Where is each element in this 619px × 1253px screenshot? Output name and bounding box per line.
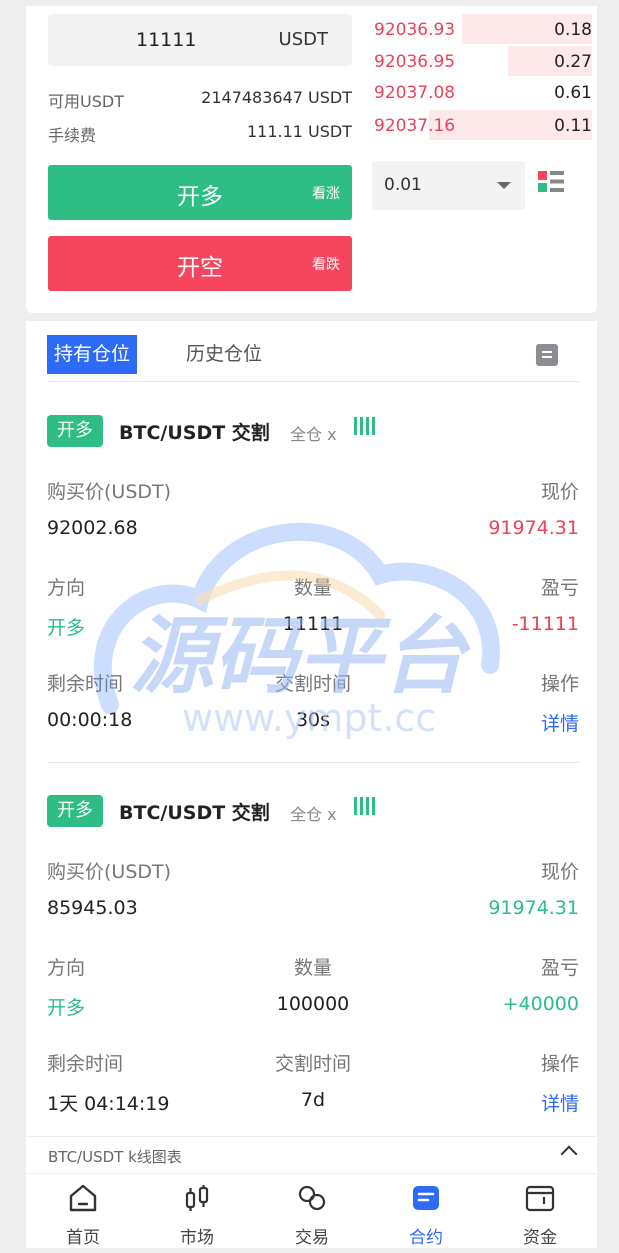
nav-label: 合约 xyxy=(409,1228,443,1248)
nav-label: 首页 xyxy=(66,1228,100,1248)
nav-exchange[interactable]: 交易 xyxy=(255,1174,369,1249)
nav-label: 市场 xyxy=(180,1228,214,1248)
settle-time-label: 交割时间 xyxy=(274,1053,351,1075)
exchange-icon xyxy=(298,1185,326,1211)
market-icon xyxy=(185,1185,209,1211)
ask-price: 92036.93 xyxy=(374,20,456,40)
kline-chart-toggle[interactable]: BTC/USDT k线图表 xyxy=(26,1136,597,1173)
divider xyxy=(47,381,579,382)
current-price-value: 91974.31 xyxy=(488,517,579,539)
fee-label: 手续费 xyxy=(48,126,97,145)
ask-qty: 0.27 xyxy=(554,52,592,72)
pnl-label: 盈亏 xyxy=(540,577,579,599)
available-label: 可用USDT xyxy=(48,92,124,111)
buy-price-value: 92002.68 xyxy=(47,517,138,539)
bottom-nav: 首页 市场 交易 合约 资金 xyxy=(26,1173,597,1248)
ask-price: 92037.08 xyxy=(374,83,456,103)
action-label: 操作 xyxy=(540,673,579,695)
bearish-hint: 看跌 xyxy=(312,257,340,273)
position-pair: BTC/USDT 交割 xyxy=(119,802,270,824)
contract-icon xyxy=(413,1186,439,1210)
document-icon[interactable] xyxy=(536,344,558,366)
settle-time-label: 交割时间 xyxy=(274,673,351,695)
pnl-value: -11111 xyxy=(511,613,579,635)
available-balance-row: 可用USDT 2147483647 USDT xyxy=(48,88,352,112)
position-card: 开多 BTC/USDT 交割 全仓 x 购买价(USDT) 现价 92002.6… xyxy=(26,415,597,775)
positions-panel: 持有仓位 历史仓位 开多 BTC/USDT 交割 全仓 x 购买价(USDT) … xyxy=(26,321,597,1173)
available-value: 2147483647 USDT xyxy=(201,88,352,107)
side-badge: 开多 xyxy=(47,415,103,447)
open-long-label: 开多 xyxy=(177,184,223,210)
pnl-label: 盈亏 xyxy=(540,957,579,979)
margin-mode: 全仓 x xyxy=(290,805,337,824)
tab-history-positions[interactable]: 历史仓位 xyxy=(179,335,269,374)
amount-unit: USDT xyxy=(278,29,328,50)
quantity-label: 数量 xyxy=(293,577,332,599)
side-badge: 开多 xyxy=(47,795,103,827)
current-price-label: 现价 xyxy=(540,481,579,503)
fee-value: 111.11 USDT xyxy=(246,122,352,141)
margin-mode: 全仓 x xyxy=(290,425,337,444)
leverage-bars-icon xyxy=(354,797,378,821)
ask-price: 92037.16 xyxy=(374,116,456,136)
orderbook-ask-row[interactable]: 92036.95 0.27 xyxy=(372,46,592,78)
home-icon xyxy=(69,1184,97,1212)
chevron-up-icon xyxy=(560,1145,578,1163)
quantity-label: 数量 xyxy=(293,957,332,979)
position-pair: BTC/USDT 交割 xyxy=(119,422,270,444)
open-short-label: 开空 xyxy=(177,255,223,281)
precision-value: 0.01 xyxy=(384,175,422,195)
fee-row: 手续费 111.11 USDT xyxy=(48,122,352,146)
action-label: 操作 xyxy=(540,1053,579,1075)
buy-price-label: 购买价(USDT) xyxy=(47,861,172,883)
nav-label: 资金 xyxy=(523,1228,557,1248)
nav-wallet[interactable]: 资金 xyxy=(483,1174,597,1249)
precision-select[interactable]: 0.01 xyxy=(372,161,525,210)
settle-time-value: 7d xyxy=(300,1089,326,1111)
position-card: 开多 BTC/USDT 交割 全仓 x 购买价(USDT) 现价 85945.0… xyxy=(26,795,597,1155)
amount-value[interactable]: 11111 xyxy=(136,29,196,51)
orderbook-ask-row[interactable]: 92037.08 0.61 xyxy=(372,77,592,109)
orderbook-ask-row[interactable]: 92037.16 0.11 xyxy=(372,110,592,142)
ask-qty: 0.61 xyxy=(554,83,592,103)
current-price-label: 现价 xyxy=(540,861,579,883)
current-price-value: 91974.31 xyxy=(488,897,579,919)
nav-contract[interactable]: 合约 xyxy=(369,1174,483,1249)
ask-price: 92036.95 xyxy=(374,52,456,72)
ask-qty: 0.11 xyxy=(554,116,592,136)
divider xyxy=(47,762,579,763)
settle-time-value: 30s xyxy=(295,709,331,731)
nav-label: 交易 xyxy=(295,1228,329,1248)
caret-down-icon xyxy=(497,182,511,189)
buy-price-label: 购买价(USDT) xyxy=(47,481,172,503)
trade-panel: 11111 USDT 可用USDT 2147483647 USDT 手续费 11… xyxy=(26,6,597,313)
pnl-value: +40000 xyxy=(502,993,579,1015)
open-short-button[interactable]: 开空 看跌 xyxy=(48,236,352,291)
nav-market[interactable]: 市场 xyxy=(140,1174,254,1249)
wallet-icon xyxy=(525,1185,555,1212)
open-long-button[interactable]: 开多 看涨 xyxy=(48,165,352,220)
details-link[interactable]: 详情 xyxy=(541,1089,579,1116)
orderbook-ask-row[interactable]: 92036.93 0.18 xyxy=(372,14,592,46)
buy-price-value: 85945.03 xyxy=(47,897,138,919)
tab-holding-positions[interactable]: 持有仓位 xyxy=(47,335,138,374)
amount-input[interactable]: 11111 USDT xyxy=(48,14,352,66)
details-link[interactable]: 详情 xyxy=(541,709,579,736)
nav-home[interactable]: 首页 xyxy=(26,1174,140,1249)
orderbook-layout-icon[interactable] xyxy=(538,171,564,193)
kline-chart-label: BTC/USDT k线图表 xyxy=(48,1148,182,1166)
ask-qty: 0.18 xyxy=(554,20,592,40)
leverage-bars-icon xyxy=(354,417,378,441)
bullish-hint: 看涨 xyxy=(312,186,340,202)
